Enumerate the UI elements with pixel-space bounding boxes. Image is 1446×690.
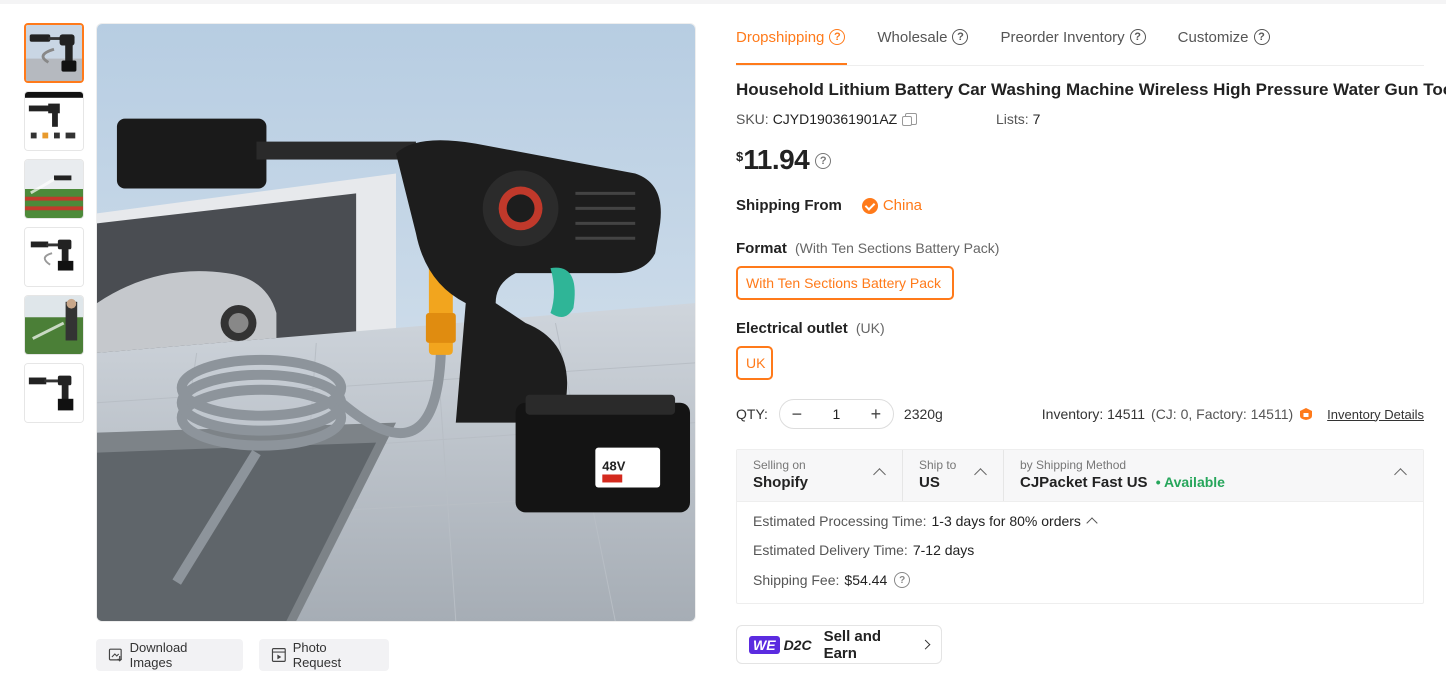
delivery-time-row: Estimated Delivery Time: 7-12 days: [753, 542, 974, 558]
lists-label: Lists:: [996, 111, 1029, 127]
product-main-image[interactable]: 48V: [96, 23, 696, 622]
tab-label: Preorder Inventory: [1000, 28, 1125, 46]
thumbnail-3[interactable]: [24, 159, 84, 219]
thumbnail-2[interactable]: [24, 91, 84, 151]
sku-row: SKU: CJYD190361901AZ: [736, 111, 918, 127]
outlet-label-text: Electrical outlet: [736, 320, 848, 337]
photo-request-button[interactable]: Photo Request: [259, 639, 389, 671]
quantity-row: QTY: − 1 + 2320g Inventory: 14511 (CJ: 0…: [736, 398, 1424, 430]
download-images-button[interactable]: Download Images: [96, 639, 243, 671]
photo-request-label: Photo Request: [292, 640, 342, 670]
thumbnail-list: [24, 23, 84, 431]
shipping-method-label: by Shipping Method: [1020, 458, 1127, 472]
help-icon[interactable]: ?: [829, 29, 846, 45]
top-divider: [0, 0, 1446, 4]
chevron-right-icon: [920, 639, 931, 650]
shipping-selector-bar: Selling on Shopify Ship to US by Shippin…: [737, 450, 1423, 502]
lists-value: 7: [1032, 111, 1041, 127]
tab-label: Dropshipping: [736, 28, 825, 46]
warehouse-icon: [1300, 408, 1313, 420]
d2c-logo-text: D2C: [783, 636, 812, 653]
fee-value: $54.44: [844, 572, 888, 588]
inventory-breakdown: (CJ: 0, Factory: 14511): [1151, 406, 1294, 422]
processing-time-row: Estimated Processing Time: 1-3 days for …: [753, 513, 1098, 529]
decrement-button[interactable]: −: [790, 404, 804, 425]
help-icon[interactable]: ?: [952, 29, 969, 45]
lists-count: Lists: 7: [996, 111, 1040, 127]
inventory-details-link[interactable]: Inventory Details: [1327, 407, 1424, 422]
battery-label-text: 48V: [602, 459, 625, 474]
thumbnail-4[interactable]: [24, 227, 84, 287]
processing-label: Estimated Processing Time:: [753, 513, 927, 529]
selling-on-selector[interactable]: Selling on Shopify: [737, 450, 903, 501]
qty-label: QTY:: [736, 406, 768, 422]
tab-customize[interactable]: Customize ?: [1178, 20, 1270, 52]
chevron-up-icon[interactable]: [1086, 517, 1098, 529]
shipping-from-country: China: [882, 197, 923, 214]
tab-label: Wholesale: [877, 28, 948, 46]
purchase-mode-tabs: Dropshipping ? Wholesale ? Preorder Inve…: [736, 20, 1424, 66]
thumbnail-6[interactable]: [24, 363, 84, 423]
delivery-value: 7-12 days: [912, 542, 975, 558]
shipping-from-row: Shipping From China: [736, 197, 922, 214]
format-selected-hint: (With Ten Sections Battery Pack): [795, 240, 1000, 256]
download-images-label: Download Images: [129, 640, 188, 670]
format-option-button[interactable]: With Ten Sections Battery Pack: [736, 266, 954, 300]
download-image-icon: [108, 648, 123, 662]
price-amount: 11.94: [743, 144, 810, 175]
selling-on-label: Selling on: [753, 458, 806, 472]
quantity-input[interactable]: 1: [833, 406, 841, 422]
help-icon[interactable]: ?: [1253, 29, 1270, 45]
help-icon[interactable]: ?: [894, 572, 911, 588]
ship-to-selector[interactable]: Ship to US: [903, 450, 1004, 501]
thumbnail-5[interactable]: [24, 295, 84, 355]
sku-value: CJYD190361901AZ: [772, 111, 898, 127]
format-label-text: Format: [736, 240, 787, 257]
outlet-selected-hint: (UK): [855, 320, 885, 336]
shipping-from-option[interactable]: China: [861, 197, 923, 214]
shipping-method-row: CJPacket Fast US • Available: [1020, 474, 1407, 491]
inventory-info: Inventory: 14511 (CJ: 0, Factory: 14511)…: [1042, 406, 1424, 422]
tab-preorder-inventory[interactable]: Preorder Inventory ?: [1000, 20, 1146, 52]
tab-label: Customize: [1177, 28, 1249, 46]
check-circle-icon: [861, 197, 878, 214]
shipping-method-value: CJPacket Fast US: [1020, 474, 1148, 491]
shipping-info-box: Selling on Shopify Ship to US by Shippin…: [736, 449, 1424, 604]
sell-and-earn-label: Sell and Earn: [823, 627, 882, 662]
we-badge: WE: [749, 635, 780, 654]
tab-dropshipping[interactable]: Dropshipping ?: [736, 20, 846, 52]
availability-status: • Available: [1155, 474, 1225, 490]
copy-icon[interactable]: [902, 113, 918, 126]
price-help-icon[interactable]: ?: [815, 153, 832, 169]
processing-value: 1-3 days for 80% orders: [931, 513, 1081, 529]
price: $ 11.94 ?: [736, 144, 832, 176]
d2c-sell-and-earn-button[interactable]: WE D2C Sell and Earn: [736, 625, 942, 664]
quantity-stepper: − 1 +: [778, 399, 894, 429]
sku-label: SKU:: [736, 111, 769, 127]
shipping-method-selector[interactable]: by Shipping Method CJPacket Fast US • Av…: [1004, 450, 1423, 501]
video-frame-icon: [271, 648, 286, 662]
shipping-fee-row: Shipping Fee: $54.44 ?: [753, 572, 911, 588]
shipping-from-label: Shipping From: [736, 197, 842, 214]
increment-button[interactable]: +: [869, 404, 883, 425]
outlet-label: Electrical outlet (UK): [736, 320, 885, 337]
tab-wholesale[interactable]: Wholesale ?: [877, 20, 969, 52]
help-icon[interactable]: ?: [1129, 29, 1146, 45]
fee-label: Shipping Fee:: [753, 572, 840, 588]
delivery-label: Estimated Delivery Time:: [753, 542, 908, 558]
format-label: Format (With Ten Sections Battery Pack): [736, 240, 999, 257]
outlet-option-button[interactable]: UK: [736, 346, 773, 380]
weight: 2320g: [903, 406, 943, 422]
price-currency: $: [736, 149, 744, 164]
thumbnail-1[interactable]: [24, 23, 84, 83]
selling-on-value: Shopify: [753, 474, 808, 491]
inventory-total: Inventory: 14511: [1041, 406, 1146, 422]
active-tab-underline: [736, 63, 847, 65]
product-title: Household Lithium Battery Car Washing Ma…: [736, 80, 1446, 99]
